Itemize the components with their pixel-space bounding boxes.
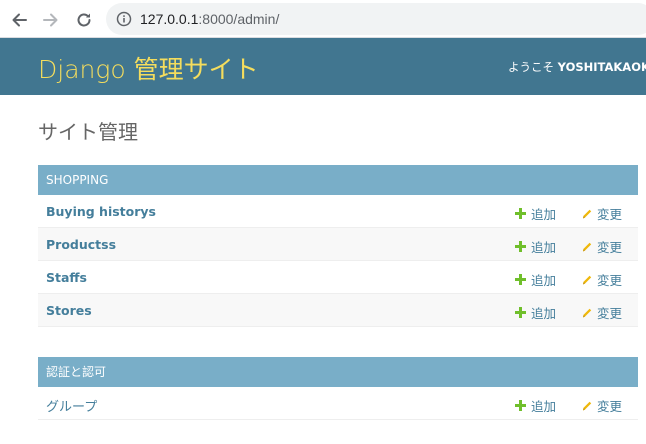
- reload-icon: [77, 13, 91, 27]
- model-row: Stores 追加 変更: [38, 294, 638, 327]
- module-caption[interactable]: 認証と認可: [38, 357, 638, 387]
- change-link[interactable]: 変更: [581, 270, 622, 289]
- pencil-icon: [583, 401, 592, 410]
- url-host: 127.0.0.1: [140, 11, 199, 27]
- info-icon[interactable]: [116, 11, 132, 27]
- add-label: 追加: [531, 273, 557, 288]
- add-link[interactable]: 追加: [515, 204, 556, 223]
- change-link[interactable]: 変更: [581, 237, 622, 256]
- welcome-text: ようこそ: [508, 60, 558, 74]
- arrow-left-icon: [12, 13, 27, 27]
- admin-header: Django 管理サイト ようこそ YOSHITAKAOKA: [0, 38, 646, 95]
- add-label: 追加: [531, 399, 557, 414]
- add-label: 追加: [531, 306, 557, 321]
- pencil-icon: [583, 242, 592, 251]
- add-label: 追加: [531, 207, 557, 222]
- model-link[interactable]: Staffs: [46, 270, 87, 285]
- add-label: 追加: [531, 240, 557, 255]
- browser-toolbar: 127.0.0.1:8000/admin/: [0, 0, 646, 38]
- change-label: 変更: [597, 273, 623, 288]
- change-label: 変更: [597, 399, 623, 414]
- app-module-auth: 認証と認可 グループ 追加 変更: [38, 357, 638, 420]
- plus-icon: [515, 307, 526, 318]
- page-title: サイト管理: [38, 120, 138, 144]
- user-tools: ようこそ YOSHITAKAOKA: [508, 59, 646, 75]
- change-label: 変更: [597, 207, 623, 222]
- model-link[interactable]: グループ: [46, 396, 97, 415]
- model-link[interactable]: Productss: [46, 237, 116, 252]
- add-link[interactable]: 追加: [515, 237, 556, 256]
- pencil-icon: [583, 209, 592, 218]
- change-label: 変更: [597, 306, 623, 321]
- change-link[interactable]: 変更: [581, 204, 622, 223]
- arrow-right-icon: [43, 13, 58, 27]
- model-row: グループ 追加 変更: [38, 387, 638, 420]
- change-link[interactable]: 変更: [581, 303, 622, 322]
- model-link[interactable]: Buying historys: [46, 204, 156, 219]
- change-link[interactable]: 変更: [581, 396, 622, 415]
- app-module-shopping: SHOPPING Buying historys 追加 変更 Productss…: [38, 165, 638, 327]
- address-bar[interactable]: 127.0.0.1:8000/admin/: [106, 3, 646, 35]
- reload-button[interactable]: [73, 9, 95, 31]
- plus-icon: [515, 241, 526, 252]
- url-text[interactable]: 127.0.0.1:8000/admin/: [140, 11, 279, 27]
- add-link[interactable]: 追加: [515, 270, 556, 289]
- username: YOSHITAKAOKA: [557, 60, 646, 74]
- change-label: 変更: [597, 240, 623, 255]
- url-path: :8000/admin/: [198, 11, 280, 27]
- model-row: Buying historys 追加 変更: [38, 195, 638, 228]
- module-caption[interactable]: SHOPPING: [38, 165, 638, 195]
- add-link[interactable]: 追加: [515, 303, 556, 322]
- add-link[interactable]: 追加: [515, 396, 556, 415]
- back-button[interactable]: [8, 9, 30, 31]
- forward-button[interactable]: [40, 9, 62, 31]
- model-row: Productss 追加 変更: [38, 228, 638, 261]
- model-link[interactable]: Stores: [46, 303, 92, 318]
- plus-icon: [515, 208, 526, 219]
- plus-icon: [515, 274, 526, 285]
- pencil-icon: [583, 275, 592, 284]
- site-branding[interactable]: Django 管理サイト: [38, 50, 259, 86]
- model-row: Staffs 追加 変更: [38, 261, 638, 294]
- plus-icon: [515, 400, 526, 411]
- pencil-icon: [583, 308, 592, 317]
